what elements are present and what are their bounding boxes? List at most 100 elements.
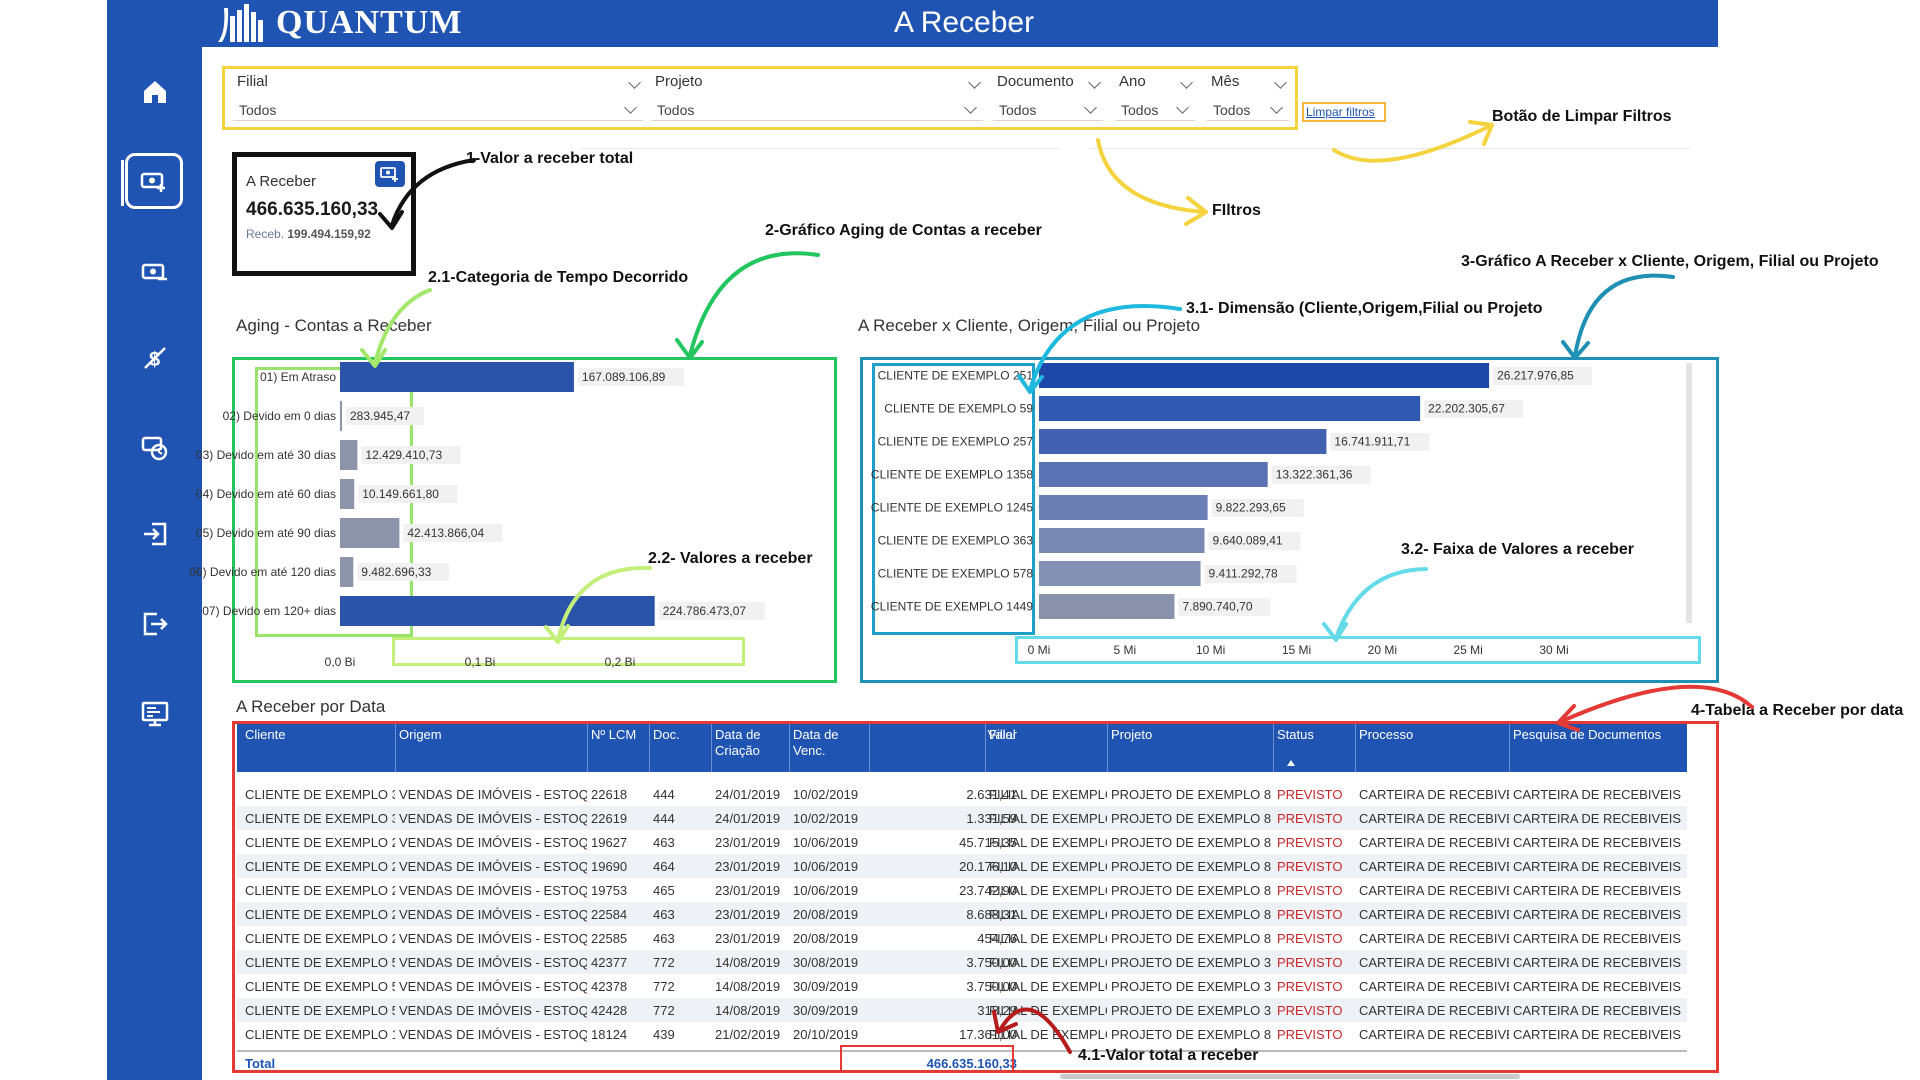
table-row[interactable]: CLIENTE DE EXEMPLO 524 VENDAS DE IMÓVEIS …	[237, 998, 1687, 1022]
column-header[interactable]: Data de Criação	[715, 727, 787, 759]
table-cell: 22584	[591, 907, 628, 922]
aging-bar[interactable]	[340, 479, 355, 509]
column-separator[interactable]	[395, 724, 396, 772]
kpi-value: 466.635.160,33	[246, 199, 379, 220]
client-bar[interactable]	[1039, 495, 1208, 520]
table-row[interactable]: CLIENTE DE EXEMPLO 371 VENDAS DE IMÓVEIS …	[237, 806, 1687, 830]
table-cell: CARTEIRA DE RECEBIVEIS Co	[1513, 859, 1685, 874]
table-cell: 10/06/2019	[793, 883, 859, 898]
table-cell: VENDAS DE IMÓVEIS - ESTOQUES	[399, 883, 587, 898]
aging-bar[interactable]	[340, 401, 342, 431]
aging-value-label: 167.089.106,89	[582, 370, 666, 384]
column-header[interactable]: Data de Venc.	[793, 727, 869, 759]
client-x-tick: 10 Mi	[1196, 643, 1225, 657]
table-row[interactable]: CLIENTE DE EXEMPLO 371 VENDAS DE IMÓVEIS …	[237, 782, 1687, 806]
table-row[interactable]: CLIENTE DE EXEMPLO 524 VENDAS DE IMÓVEIS …	[237, 950, 1687, 974]
column-separator[interactable]	[869, 724, 870, 772]
table-cell: CARTEIRA DE RECEBIVEIS Co	[1513, 1003, 1685, 1018]
kpi-sub-label: Receb.	[246, 227, 285, 241]
filter-documento[interactable]: Documento Todos	[985, 69, 1109, 129]
receivable-icon[interactable]	[375, 161, 405, 187]
table-cell: FILIAL DE EXEMPLO 19	[989, 835, 1107, 850]
monitor-icon[interactable]	[127, 686, 183, 742]
table-cell: 19753	[591, 883, 628, 898]
no-cash-icon[interactable]: $	[127, 330, 183, 386]
client-bar[interactable]	[1039, 396, 1421, 421]
column-header[interactable]: Filial	[989, 727, 1107, 743]
filter-ano[interactable]: Ano Todos	[1107, 69, 1201, 129]
column-header[interactable]: Status	[1277, 727, 1355, 743]
table-row[interactable]: CLIENTE DE EXEMPLO 249 VENDAS DE IMÓVEIS …	[237, 878, 1687, 902]
table-cell: 42428	[591, 1003, 628, 1018]
column-header[interactable]: Projeto	[1111, 727, 1271, 743]
aging-bar[interactable]	[340, 596, 655, 626]
aging-bar[interactable]	[340, 518, 400, 548]
client-value-label: 9.822.293,65	[1216, 501, 1286, 515]
table-row[interactable]: CLIENTE DE EXEMPLO 249 VENDAS DE IMÓVEIS …	[237, 926, 1687, 950]
table-cell: PROJETO DE EXEMPLO 836	[1111, 835, 1271, 850]
sort-arrow-icon[interactable]	[1287, 760, 1295, 766]
filter-projeto[interactable]: Projeto Todos	[643, 69, 989, 129]
filter-projeto-select[interactable]: Todos	[651, 99, 983, 121]
column-separator[interactable]	[649, 724, 650, 772]
kpi-sub-value: 199.494.159,92	[287, 227, 371, 241]
table-cell: CLIENTE DE EXEMPLO 118	[245, 1027, 395, 1042]
table-cell: PREVISTO	[1277, 979, 1343, 994]
column-separator[interactable]	[1107, 724, 1108, 772]
column-header[interactable]: Processo	[1359, 727, 1509, 743]
aging-bar[interactable]	[340, 440, 358, 470]
annotation-4-1: 4.1-Valor total a receber	[1078, 1047, 1259, 1064]
column-header[interactable]: Nº LCM	[591, 727, 647, 743]
table-cell: 444	[653, 787, 675, 802]
receivables-table[interactable]: Cliente Origem Nº LCM Doc. Data de Criação Da…	[232, 721, 1719, 1073]
table-cell: FILIAL DE EXEMPLO 19	[989, 1027, 1107, 1042]
receivable-icon[interactable]	[125, 153, 183, 209]
client-bar[interactable]	[1039, 363, 1490, 388]
home-icon[interactable]	[127, 64, 183, 120]
client-chart-scrollbar[interactable]	[1686, 363, 1692, 623]
client-x-tick: 30 Mi	[1539, 643, 1568, 657]
filter-filial-select[interactable]: Todos	[233, 99, 643, 121]
column-header[interactable]: Origem	[399, 727, 587, 743]
aging-chart[interactable]: 01) Em Atraso 167.089.106,89 02) Devido em…	[189, 357, 837, 683]
filter-mes[interactable]: Mês Todos	[1199, 69, 1295, 129]
column-header[interactable]: Cliente	[245, 727, 395, 743]
aging-bar[interactable]	[340, 362, 574, 392]
aging-bar[interactable]	[340, 557, 354, 587]
column-separator[interactable]	[985, 724, 986, 772]
table-row[interactable]: CLIENTE DE EXEMPLO 249 VENDAS DE IMÓVEIS …	[237, 830, 1687, 854]
table-row[interactable]: CLIENTE DE EXEMPLO 249 VENDAS DE IMÓVEIS …	[237, 902, 1687, 926]
column-separator[interactable]	[1273, 724, 1274, 772]
table-row[interactable]: CLIENTE DE EXEMPLO 524 VENDAS DE IMÓVEIS …	[237, 974, 1687, 998]
column-separator[interactable]	[1355, 724, 1356, 772]
column-separator[interactable]	[789, 724, 790, 772]
table-cell: PREVISTO	[1277, 1027, 1343, 1042]
export-icon[interactable]	[127, 596, 183, 652]
horizontal-scrollbar[interactable]	[1060, 1074, 1520, 1079]
table-cell: 439	[653, 1027, 675, 1042]
column-separator[interactable]	[1509, 724, 1510, 772]
clear-filters-button[interactable]: Limpar filtros	[1302, 102, 1386, 122]
column-header[interactable]: Doc.	[653, 727, 709, 743]
finance-icon[interactable]	[127, 420, 183, 476]
aging-value-label: 12.429.410,73	[365, 448, 442, 462]
table-row[interactable]: CLIENTE DE EXEMPLO 118 VENDAS DE IMÓVEIS …	[237, 1022, 1687, 1046]
table-cell: 18124	[591, 1027, 628, 1042]
column-separator[interactable]	[711, 724, 712, 772]
column-header[interactable]: Pesquisa de Documentos	[1513, 727, 1685, 743]
client-bar[interactable]	[1039, 429, 1327, 454]
client-bar[interactable]	[1039, 528, 1205, 553]
payable-icon[interactable]	[127, 244, 183, 300]
import-icon[interactable]	[127, 506, 183, 562]
client-bar[interactable]	[1039, 561, 1201, 586]
table-cell: PROJETO DE EXEMPLO 859	[1111, 787, 1271, 802]
filter-filial[interactable]: Filial Todos	[225, 69, 649, 129]
client-chart[interactable]: CLIENTE DE EXEMPLO 251 26.217.976,85 CLIEN…	[860, 357, 1719, 683]
client-bar[interactable]	[1039, 462, 1268, 487]
table-cell: VENDAS DE IMÓVEIS - ESTOQUES	[399, 787, 587, 802]
kpi-sub: Receb. 199.494.159,92	[246, 227, 371, 241]
client-x-tick: 25 Mi	[1453, 643, 1482, 657]
column-separator[interactable]	[587, 724, 588, 772]
table-row[interactable]: CLIENTE DE EXEMPLO 249 VENDAS DE IMÓVEIS …	[237, 854, 1687, 878]
client-bar[interactable]	[1039, 594, 1175, 619]
